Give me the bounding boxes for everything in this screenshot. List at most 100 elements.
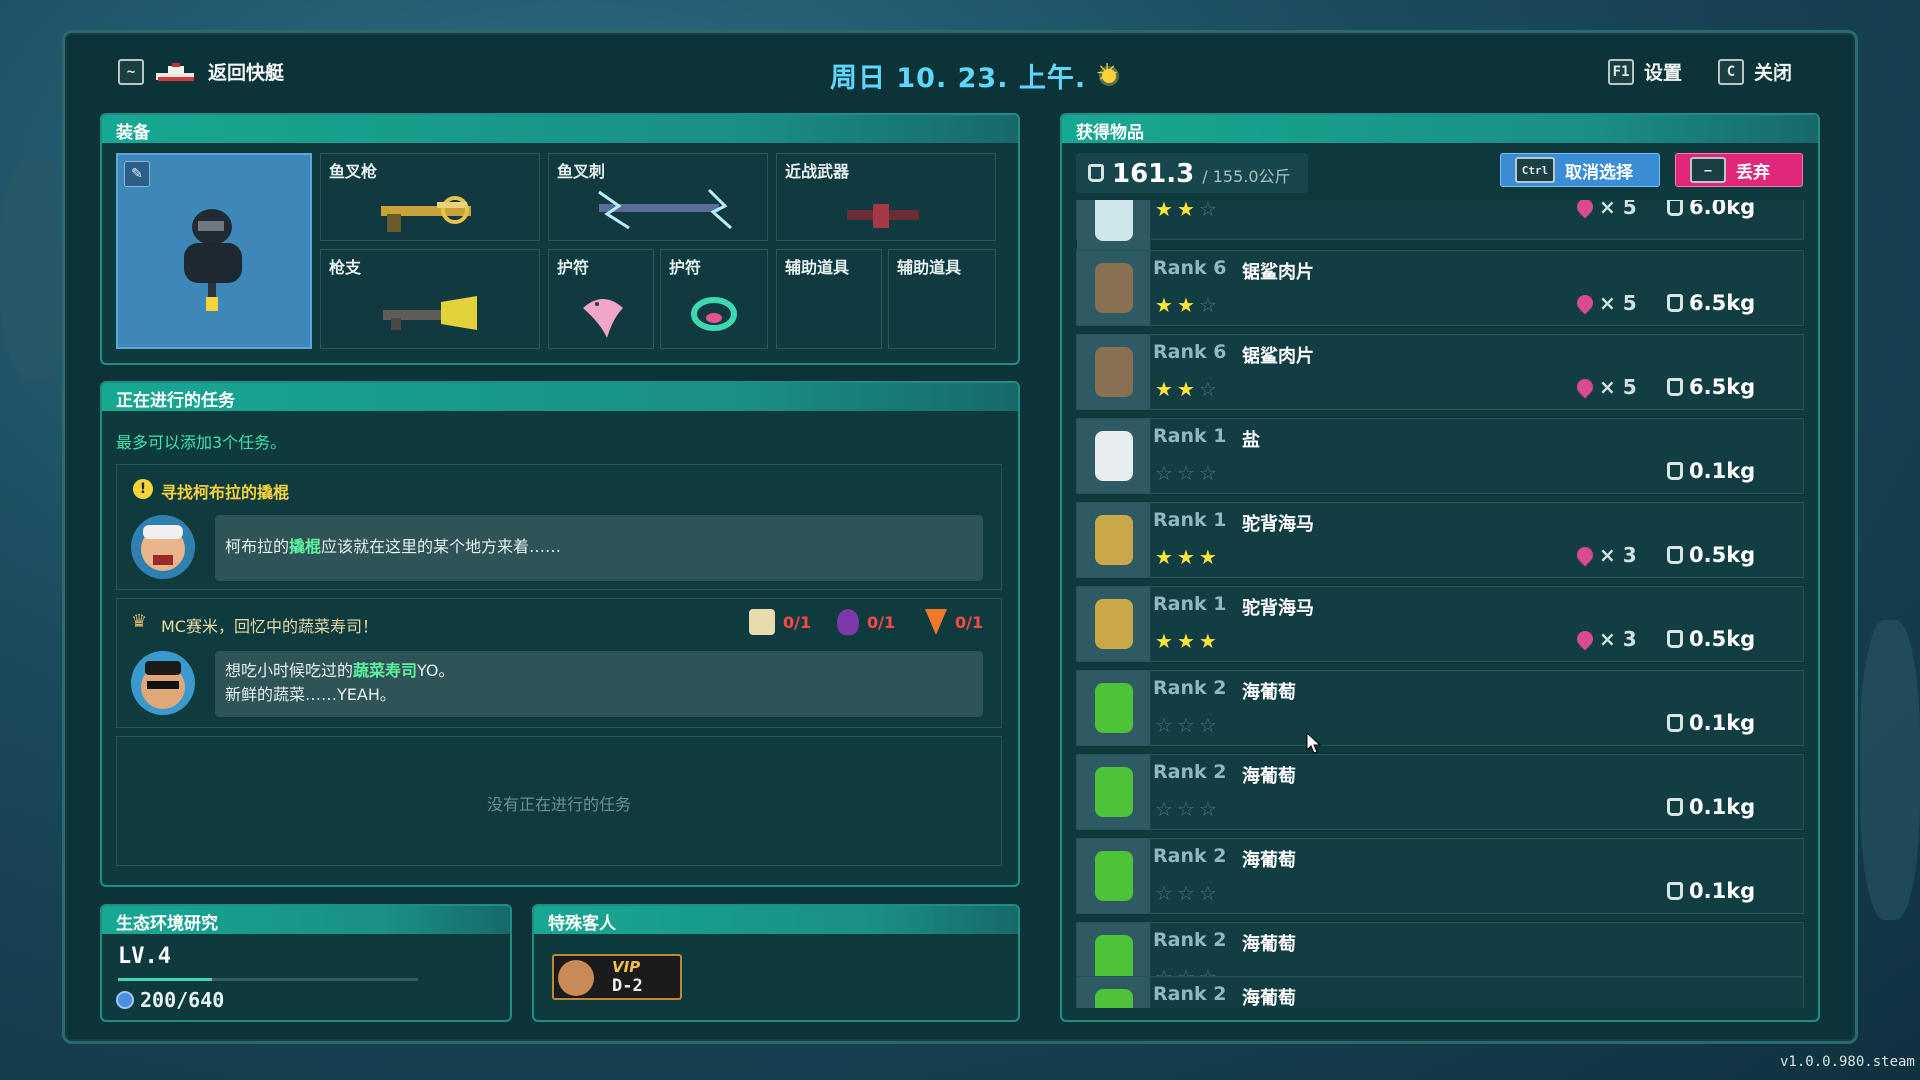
item-rank: Rank 2 bbox=[1153, 983, 1227, 1005]
weight-icon bbox=[1667, 882, 1683, 900]
edit-icon[interactable]: ✎ bbox=[124, 161, 150, 187]
requirement-count: 0/1 bbox=[783, 612, 812, 632]
item-row[interactable]: ★★☆ × 5 6.0kg bbox=[1076, 200, 1804, 253]
vip-guest-card[interactable]: VIP D-2 bbox=[552, 954, 682, 1000]
weight-text: 6.5kg bbox=[1689, 375, 1756, 399]
slot-melee-weapon[interactable]: 近战武器 bbox=[776, 153, 996, 241]
eco-research-panel[interactable]: 生态环境研究 LV.4 200/640 bbox=[100, 904, 512, 1022]
star-empty-icon: ☆ bbox=[1155, 461, 1177, 485]
date-text: 周日 10. 23. 上午. bbox=[830, 63, 1087, 94]
item-row[interactable]: Rank 2 海葡萄 ☆☆☆ 0.1kg bbox=[1076, 754, 1804, 830]
item-name: 驼背海马 bbox=[1242, 598, 1314, 619]
quantity-text: × 5 bbox=[1599, 200, 1637, 219]
item-rank: Rank 6 bbox=[1153, 257, 1227, 279]
item-weight: 6.5kg bbox=[1667, 291, 1755, 315]
slot-label: 鱼叉枪 bbox=[329, 162, 378, 181]
item-row[interactable]: Rank 1 驼背海马 ★★★ × 3 0.5kg bbox=[1076, 502, 1804, 578]
gem-icon bbox=[1573, 291, 1597, 315]
item-row[interactable]: Rank 1 驼背海马 ★★★ × 3 0.5kg bbox=[1076, 586, 1804, 662]
item-icon bbox=[1095, 515, 1133, 565]
weight-icon bbox=[1088, 164, 1104, 182]
item-row[interactable]: Rank 2 海葡萄 ☆☆☆ 0.1kg bbox=[1076, 670, 1804, 746]
dialogue-text: YO。 bbox=[417, 661, 455, 680]
slot-label: 枪支 bbox=[329, 258, 362, 277]
item-row[interactable]: Rank 6 锯鲨肉片 ★★☆ × 5 6.5kg bbox=[1076, 250, 1804, 326]
item-thumbnail bbox=[1077, 503, 1151, 577]
dialogue-highlight: 撬棍 bbox=[289, 537, 322, 556]
slot-label: 辅助道具 bbox=[785, 258, 850, 277]
star-empty-icon: ☆ bbox=[1198, 797, 1221, 821]
star-empty-icon: ☆ bbox=[1198, 461, 1221, 485]
item-row[interactable]: Rank 2海葡萄☆☆☆ bbox=[1076, 976, 1804, 1008]
weight-text: 0.1kg bbox=[1689, 459, 1756, 483]
slot-support-item-1[interactable]: 辅助道具 bbox=[776, 249, 882, 349]
item-stars: ☆☆☆ bbox=[1155, 881, 1221, 905]
star-empty-icon: ☆ bbox=[1198, 881, 1221, 905]
item-row[interactable]: Rank 6 锯鲨肉片 ★★☆ × 5 6.5kg bbox=[1076, 334, 1804, 410]
discard-label: 丢弃 bbox=[1736, 162, 1770, 183]
quest-card[interactable]: ♛ MC赛米，回忆中的蔬菜寿司！ 0/1 0/1 0/1 想吃小时候吃过的蔬菜寿… bbox=[116, 598, 1002, 728]
back-key: ~ bbox=[118, 58, 144, 85]
star-empty-icon: ☆ bbox=[1198, 377, 1221, 401]
item-thumbnail bbox=[1077, 419, 1151, 493]
weight-icon bbox=[1667, 378, 1683, 396]
alert-icon: ! bbox=[133, 479, 153, 499]
quantity-text: × 3 bbox=[1599, 543, 1637, 567]
electric-harpoon-icon bbox=[598, 188, 732, 230]
item-name: 海葡萄 bbox=[1242, 850, 1296, 871]
dialogue-text: 应该就在这里的某个地方来着…… bbox=[321, 537, 562, 556]
item-icon bbox=[1095, 347, 1133, 397]
slot-charm-1[interactable]: 护符 bbox=[548, 249, 654, 349]
slot-harpoon-gun[interactable]: 鱼叉枪 bbox=[320, 153, 540, 241]
weight-icon bbox=[1667, 462, 1683, 480]
diver-avatar-slot[interactable]: ✎ bbox=[116, 153, 312, 349]
firearm-icon bbox=[383, 296, 477, 330]
weight-display: 161.3 / 155.0公斤 bbox=[1076, 153, 1308, 193]
star-filled-icon: ★ bbox=[1155, 200, 1177, 221]
item-stars: ★★☆ bbox=[1155, 200, 1221, 221]
slot-support-item-2[interactable]: 辅助道具 bbox=[888, 249, 996, 349]
close-button[interactable]: C 关闭 bbox=[1718, 58, 1792, 85]
item-row[interactable]: Rank 1 盐 ☆☆☆ 0.1kg bbox=[1076, 418, 1804, 494]
space-key: — bbox=[1690, 157, 1726, 183]
discard-button[interactable]: — 丢弃 bbox=[1675, 153, 1803, 187]
item-icon bbox=[1095, 263, 1133, 313]
item-thumbnail bbox=[1077, 839, 1151, 913]
slot-charm-2[interactable]: 护符 bbox=[660, 249, 768, 349]
item-icon bbox=[1095, 683, 1133, 733]
item-name: 驼背海马 bbox=[1242, 514, 1314, 535]
weight-text: 0.1kg bbox=[1689, 711, 1756, 735]
slot-firearm[interactable]: 枪支 bbox=[320, 249, 540, 349]
back-to-boat-button[interactable]: ~ 返回快艇 bbox=[118, 58, 284, 85]
rice-icon bbox=[749, 609, 775, 635]
diver-icon bbox=[184, 209, 242, 311]
star-empty-icon: ☆ bbox=[1155, 713, 1177, 737]
slot-harpoon-tip[interactable]: 鱼叉刺 bbox=[548, 153, 768, 241]
deselect-button[interactable]: Ctrl 取消选择 bbox=[1500, 153, 1660, 187]
settings-button[interactable]: F1 设置 bbox=[1608, 58, 1682, 85]
vip-guest-portrait bbox=[558, 960, 594, 996]
star-empty-icon: ☆ bbox=[1198, 713, 1221, 737]
quests-title: 正在进行的任务 bbox=[102, 383, 1018, 411]
ctrl-key: Ctrl bbox=[1515, 157, 1555, 183]
item-quantity: × 5 bbox=[1573, 375, 1637, 399]
carrot-icon bbox=[925, 609, 947, 635]
item-name: 盐 bbox=[1242, 430, 1260, 451]
star-empty-icon: ☆ bbox=[1176, 797, 1199, 821]
item-thumbnail bbox=[1077, 755, 1151, 829]
gem-icon bbox=[1573, 627, 1597, 651]
harpoon-gun-icon bbox=[381, 196, 471, 232]
item-thumbnail bbox=[1077, 977, 1151, 1008]
mouse-cursor bbox=[1306, 732, 1322, 754]
weight-current: 161.3 bbox=[1112, 159, 1195, 189]
item-thumbnail bbox=[1077, 251, 1151, 325]
dialogue-text: 柯布拉的 bbox=[225, 537, 290, 556]
item-thumbnail bbox=[1077, 200, 1151, 253]
weight-icon bbox=[1667, 798, 1683, 816]
item-row[interactable]: Rank 2 海葡萄 ☆☆☆ 0.1kg bbox=[1076, 838, 1804, 914]
star-filled-icon: ★ bbox=[1198, 629, 1221, 653]
item-name: 海葡萄 bbox=[1242, 766, 1296, 787]
item-rank: Rank 2 bbox=[1153, 761, 1227, 783]
quest-card[interactable]: ! 寻找柯布拉的撬棍 柯布拉的撬棍应该就在这里的某个地方来着…… bbox=[116, 464, 1002, 590]
weight-icon bbox=[1667, 630, 1683, 648]
